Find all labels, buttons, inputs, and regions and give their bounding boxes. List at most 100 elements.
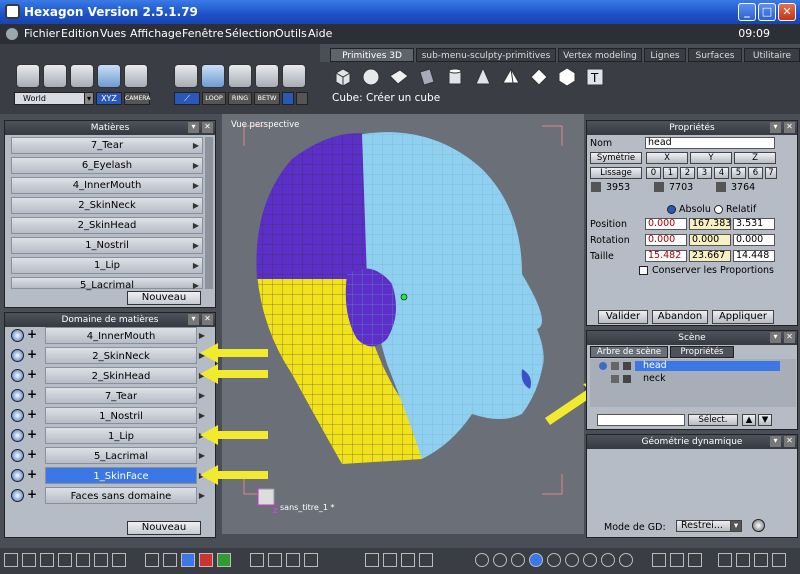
export-icon[interactable] bbox=[772, 553, 786, 567]
visibility-icon[interactable] bbox=[11, 489, 24, 502]
menu-edition[interactable]: Edition bbox=[61, 27, 99, 40]
maximize-button[interactable]: □ bbox=[758, 3, 776, 21]
tab-scene-tree[interactable]: Arbre de scène bbox=[590, 346, 668, 358]
pivot-icon[interactable] bbox=[419, 553, 433, 567]
shading-xray-icon[interactable] bbox=[565, 553, 579, 567]
render-icon[interactable] bbox=[688, 553, 702, 567]
scroll-down-icon[interactable]: ▼ bbox=[758, 414, 772, 426]
scene-search-input[interactable] bbox=[597, 414, 685, 426]
orbit-icon[interactable] bbox=[304, 553, 318, 567]
world-dropdown-icon[interactable]: ▾ bbox=[84, 92, 94, 105]
lasso-tool-icon[interactable] bbox=[43, 64, 67, 88]
scroll-up-icon[interactable]: ▲ bbox=[742, 414, 756, 426]
magic-select-icon[interactable] bbox=[97, 64, 121, 88]
grid-icon[interactable] bbox=[181, 553, 195, 567]
shading-wire-icon[interactable] bbox=[475, 553, 489, 567]
dodecahedron-primitive-icon[interactable] bbox=[556, 66, 578, 88]
app-menu-icon[interactable] bbox=[6, 28, 18, 40]
grid-snap-icon[interactable] bbox=[145, 553, 159, 567]
sym-y-button[interactable]: Y bbox=[690, 152, 732, 164]
panel-menu-icon[interactable]: ▾ bbox=[188, 314, 199, 325]
camera-toggle[interactable]: CAMERA bbox=[124, 92, 150, 105]
lock-icon[interactable] bbox=[611, 362, 619, 370]
paint-icon[interactable] bbox=[718, 553, 732, 567]
domain-item[interactable]: +7_Tear ▶ bbox=[9, 387, 205, 405]
cube-edge-icon[interactable] bbox=[201, 64, 225, 88]
magnet-icon[interactable] bbox=[163, 553, 177, 567]
tab-utilitaire[interactable]: Utilitaire bbox=[744, 48, 800, 62]
prism-primitive-icon[interactable] bbox=[528, 66, 550, 88]
visibility-icon[interactable] bbox=[599, 362, 607, 370]
shading-flat-icon[interactable] bbox=[493, 553, 507, 567]
add-icon[interactable]: + bbox=[27, 468, 39, 482]
layout-5-icon[interactable] bbox=[76, 553, 90, 567]
shading-shadow-icon[interactable] bbox=[619, 553, 633, 567]
ring-button[interactable]: RING bbox=[228, 92, 252, 105]
visibility-icon[interactable] bbox=[11, 449, 24, 462]
smooth-level-7[interactable]: 7 bbox=[765, 167, 777, 179]
material-icon[interactable] bbox=[670, 553, 684, 567]
shrink-select-icon[interactable] bbox=[296, 92, 308, 105]
scene-item-neck[interactable]: neck bbox=[597, 374, 780, 385]
visibility-icon[interactable] bbox=[11, 349, 24, 362]
add-icon[interactable]: + bbox=[27, 368, 39, 382]
position-x-input[interactable]: 0.000 bbox=[645, 218, 687, 230]
shading-smooth-icon[interactable] bbox=[511, 553, 525, 567]
domain-item[interactable]: +2_SkinHead ▶ bbox=[9, 367, 205, 385]
tab-lignes[interactable]: Lignes bbox=[644, 48, 686, 62]
text-primitive-icon[interactable]: T bbox=[584, 66, 606, 88]
panel-menu-icon[interactable]: ▾ bbox=[188, 122, 199, 133]
cube-object-icon[interactable] bbox=[255, 64, 279, 88]
select-button[interactable]: Sélect. bbox=[688, 414, 738, 426]
visibility-icon[interactable] bbox=[11, 409, 24, 422]
layout-3-icon[interactable] bbox=[40, 553, 54, 567]
rotation-z-input[interactable]: 0.000 bbox=[733, 234, 775, 246]
visibility-icon[interactable] bbox=[11, 469, 24, 482]
zoom-extents-icon[interactable] bbox=[250, 553, 264, 567]
cube-vertex-icon[interactable] bbox=[174, 64, 198, 88]
absolute-radio[interactable] bbox=[667, 205, 676, 214]
rotation-x-input[interactable]: 0.000 bbox=[645, 234, 687, 246]
menu-vues[interactable]: Vues bbox=[100, 27, 126, 40]
gd-mode-select[interactable]: Restrei... bbox=[676, 520, 732, 532]
grid-primitive-icon[interactable] bbox=[416, 66, 438, 88]
gd-mode-dropdown-icon[interactable]: ▾ bbox=[730, 520, 742, 532]
grow-select-icon[interactable] bbox=[282, 92, 294, 105]
xyz-toggle[interactable]: XYZ bbox=[96, 92, 122, 105]
plane-primitive-icon[interactable] bbox=[388, 66, 410, 88]
visibility-icon[interactable] bbox=[11, 329, 24, 342]
apply-button[interactable]: Appliquer bbox=[712, 310, 774, 324]
panel-menu-icon[interactable]: ▾ bbox=[770, 436, 781, 447]
domain-item[interactable]: +1_Lip▶ bbox=[9, 427, 205, 445]
cylinder-primitive-icon[interactable] bbox=[444, 66, 466, 88]
tab-primitives-3d[interactable]: Primitives 3D bbox=[330, 48, 414, 62]
domain-item-selected[interactable]: +1_SkinFace▶ bbox=[9, 467, 205, 485]
cube-face-icon[interactable] bbox=[228, 64, 252, 88]
position-y-input[interactable]: 167.383 bbox=[689, 218, 731, 230]
layout-7-icon[interactable] bbox=[112, 553, 126, 567]
material-item[interactable]: 1_Lip ▶ bbox=[11, 257, 203, 274]
shading-cartoon-icon[interactable] bbox=[583, 553, 597, 567]
layout-6-icon[interactable] bbox=[94, 553, 108, 567]
new-domain-button[interactable]: Nouveau bbox=[127, 521, 201, 535]
shading-textured-icon[interactable] bbox=[529, 553, 543, 567]
domain-item[interactable]: +5_Lacrimal ▶ bbox=[9, 447, 205, 465]
material-item[interactable]: 5_Lacrimal ▶ bbox=[11, 277, 203, 291]
menu-outils[interactable]: Outils bbox=[275, 27, 307, 40]
tab-scene-properties[interactable]: Propriétés bbox=[670, 346, 734, 358]
shading-lit-icon[interactable] bbox=[547, 553, 561, 567]
menu-fenetre[interactable]: Fenêtre bbox=[182, 27, 224, 40]
material-item[interactable]: 6_Eyelash ▶ bbox=[11, 157, 203, 174]
texture-icon[interactable] bbox=[736, 553, 750, 567]
relative-radio[interactable] bbox=[714, 205, 723, 214]
add-icon[interactable]: + bbox=[27, 348, 39, 362]
gd-toggle-icon[interactable] bbox=[752, 519, 765, 532]
material-item[interactable]: 2_SkinHead ▶ bbox=[11, 217, 203, 234]
panel-menu-icon[interactable]: ▾ bbox=[770, 332, 781, 343]
panel-close-icon[interactable]: ✕ bbox=[784, 332, 795, 343]
panel-close-icon[interactable]: ✕ bbox=[202, 314, 213, 325]
add-icon[interactable]: + bbox=[27, 428, 39, 442]
scene-item-head[interactable]: head bbox=[597, 361, 780, 372]
materials-scrollbar[interactable] bbox=[205, 137, 213, 289]
tab-surfaces[interactable]: Surfaces bbox=[688, 48, 742, 62]
